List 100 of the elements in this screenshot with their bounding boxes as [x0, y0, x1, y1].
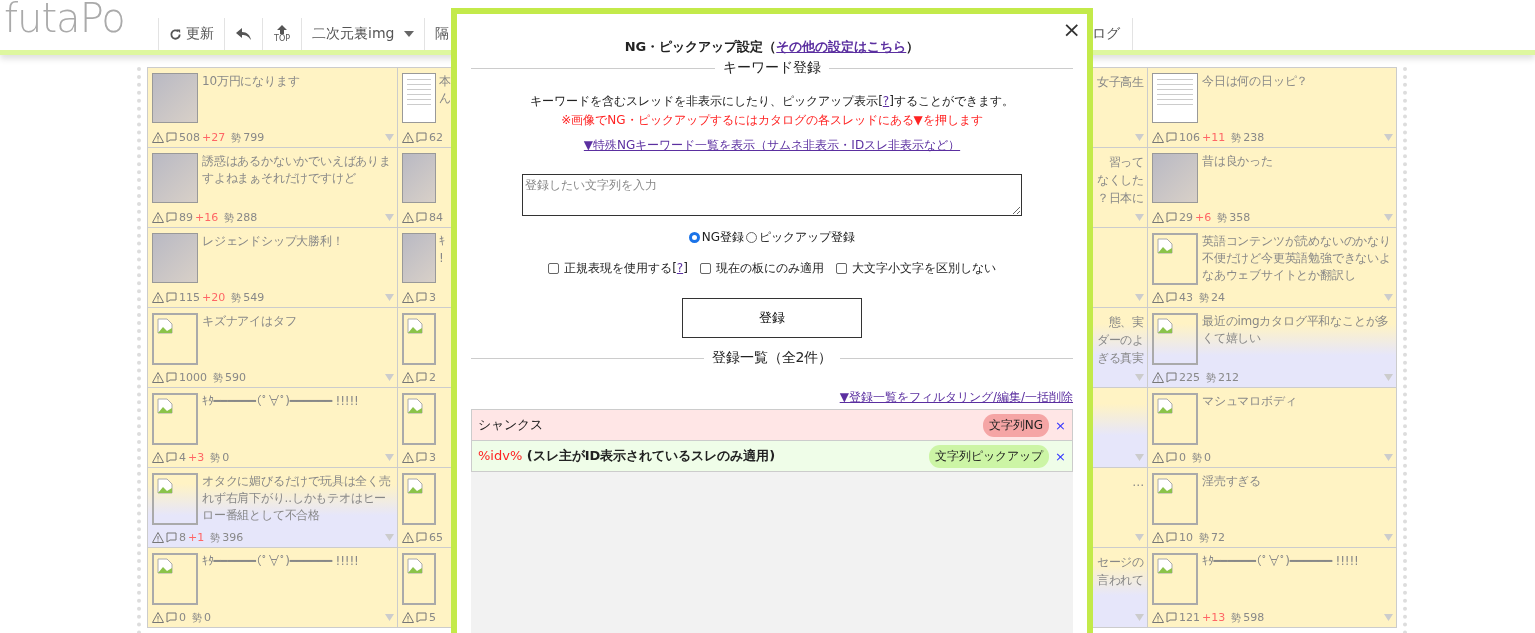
momentum-label: 勢	[231, 290, 242, 305]
warning-icon[interactable]	[1152, 612, 1164, 623]
comment-icon	[416, 372, 427, 383]
reply-count: 508	[179, 131, 200, 144]
momentum-value: 396	[222, 531, 244, 544]
keyword-input[interactable]: 登録したい文字列を入力	[522, 174, 1022, 216]
remove-button[interactable]: ×	[1055, 417, 1066, 433]
help-link[interactable]: ?	[676, 261, 684, 275]
thread-title: 昔は良かった	[1202, 153, 1273, 170]
entry-tag: 文字列ピックアップ	[929, 444, 1050, 468]
broken-image-icon	[1157, 238, 1173, 254]
warning-icon[interactable]	[402, 372, 414, 383]
reply-count: 5	[429, 611, 436, 624]
new-reply-count: +1	[188, 531, 205, 544]
description-text: キーワードを含むスレッドを非表示にしたり、ピックアップ表示[?]することができます。	[530, 93, 1014, 110]
warning-icon[interactable]	[402, 452, 414, 463]
entry-keyword: シャンクス	[478, 416, 544, 434]
register-button[interactable]: 登録	[682, 298, 862, 338]
new-reply-count: +27	[202, 131, 226, 144]
comment-icon	[1166, 372, 1177, 383]
radio-button[interactable]	[688, 232, 700, 243]
warning-icon[interactable]	[152, 212, 164, 223]
warning-icon[interactable]	[152, 452, 164, 463]
refresh-icon	[169, 27, 182, 41]
reply-count: 4	[179, 451, 186, 464]
warning-icon[interactable]	[402, 612, 414, 623]
settings-link[interactable]: その他の設定はこちら	[776, 39, 907, 54]
broken-image-icon	[407, 478, 423, 494]
broken-image-icon	[407, 318, 423, 334]
warning-icon[interactable]	[1152, 372, 1164, 383]
mode-radio[interactable]: NG登録	[688, 229, 745, 246]
warning-icon[interactable]	[402, 532, 414, 543]
reply-count: 84	[429, 211, 443, 224]
board-select[interactable]: 二次元裏img	[301, 18, 425, 50]
warning-icon[interactable]	[152, 372, 164, 383]
up-arrow-icon	[277, 25, 287, 34]
broken-image-icon	[407, 398, 423, 414]
mode-radio[interactable]: ピックアップ登録	[746, 229, 856, 246]
warning-icon[interactable]	[152, 292, 164, 303]
note-text: ※画像でNG・ピックアップするにはカタログの各スレッドにある▼を押します	[561, 112, 983, 129]
thread-title: なくした	[1096, 172, 1144, 189]
broken-image-icon	[1157, 478, 1173, 494]
photo-placeholder	[402, 233, 436, 283]
reply-count: 0	[1179, 451, 1186, 464]
option-checkbox[interactable]: 正規表現を使用する[?]	[548, 260, 688, 277]
momentum-label: 勢	[1231, 610, 1242, 625]
warning-icon[interactable]	[152, 532, 164, 543]
photo-placeholder	[402, 153, 436, 203]
menu-item[interactable]: ログ	[1092, 18, 1133, 50]
dialog-title: NG・ピックアップ設定（その他の設定はこちら）	[624, 38, 920, 56]
broken-image-icon	[1157, 398, 1173, 414]
thread-title: 10万円になります	[202, 73, 300, 90]
checkbox[interactable]	[548, 263, 560, 274]
warning-icon[interactable]	[402, 292, 414, 303]
comment-icon	[166, 452, 177, 463]
warning-icon[interactable]	[1152, 292, 1164, 303]
filter-list-link[interactable]: ▼登録一覧をフィルタリング/編集/一括削除	[839, 390, 1073, 404]
close-button[interactable]: ×	[1062, 20, 1081, 40]
broken-image-icon	[157, 398, 173, 414]
thread-title: 態、実	[1108, 314, 1144, 331]
thread-title: オタクに媚びるだけで玩具は全く売れず右肩下がり..しかもテオはヒーロー番組として不合格	[202, 473, 392, 524]
warning-icon[interactable]	[402, 132, 414, 143]
warning-icon[interactable]	[1152, 532, 1164, 543]
reply-count: 115	[179, 291, 200, 304]
menu-item[interactable]: 隔	[424, 18, 450, 50]
warning-icon[interactable]	[1152, 212, 1164, 223]
reply-count: 2	[429, 371, 436, 384]
comment-icon	[1166, 452, 1177, 463]
option-checkbox[interactable]: 現在の板にのみ適用	[699, 260, 824, 277]
refresh-button[interactable]: 更新	[158, 18, 224, 50]
thread-title: 淫売すぎる	[1202, 473, 1261, 490]
checkbox[interactable]	[835, 263, 847, 274]
thread-title: 女子高生	[1096, 74, 1144, 91]
reply-count: 3	[429, 451, 436, 464]
new-reply-count: +11	[1202, 131, 1226, 144]
back-button[interactable]	[224, 18, 262, 50]
broken-image-icon	[157, 478, 173, 494]
special-keywords-link[interactable]: ▼特殊NGキーワード一覧を表示（サムネ非表示・IDスレ非表示など）	[583, 137, 961, 154]
checkbox[interactable]	[699, 263, 711, 274]
momentum-value: 590	[225, 371, 246, 384]
thread-title: ｷﾀ━━━━━━(ﾟ∀ﾟ)━━━━━━ !!!!!	[202, 393, 359, 410]
photo-placeholder	[152, 233, 198, 283]
warning-icon[interactable]	[152, 612, 164, 623]
option-checkbox[interactable]: 大文字小文字を区別しない	[835, 260, 996, 277]
warning-icon[interactable]	[152, 132, 164, 143]
comment-icon	[1166, 292, 1177, 303]
reply-arrow-icon	[236, 28, 251, 40]
new-reply-count: +16	[195, 211, 219, 224]
document-thumbnail	[1152, 73, 1198, 123]
new-reply-count: +6	[1195, 211, 1212, 224]
new-reply-count: +13	[1202, 611, 1226, 624]
warning-icon[interactable]	[1152, 452, 1164, 463]
scroll-top-button[interactable]: TOP	[262, 18, 301, 50]
thread-title: レジェンドシップ大勝利！	[202, 233, 344, 250]
warning-icon[interactable]	[402, 212, 414, 223]
warning-icon[interactable]	[1152, 132, 1164, 143]
help-link[interactable]: ?	[882, 94, 890, 108]
new-reply-count: +3	[188, 451, 205, 464]
remove-button[interactable]: ×	[1055, 448, 1066, 464]
momentum-label: 勢	[1192, 450, 1202, 465]
